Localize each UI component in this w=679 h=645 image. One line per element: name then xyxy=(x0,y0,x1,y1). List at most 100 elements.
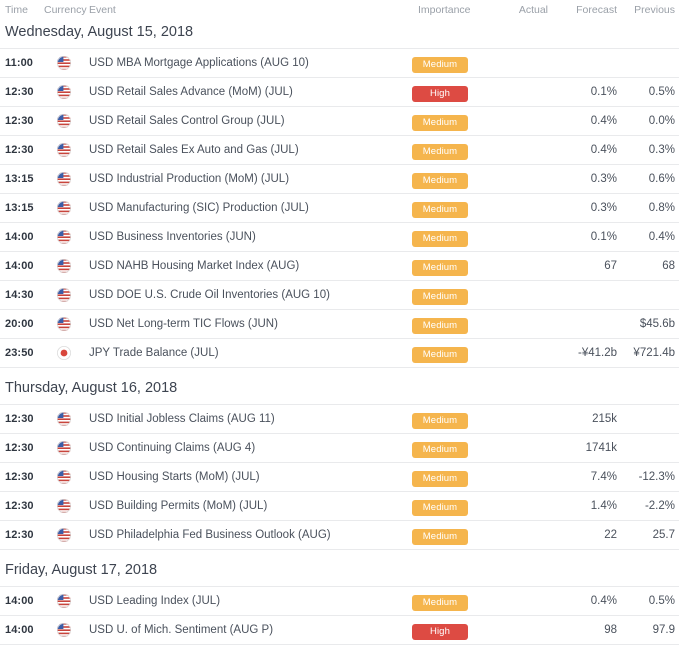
table-row[interactable]: 12:30 USD Initial Jobless Claims (AUG 11… xyxy=(0,405,679,434)
status-badge: Medium xyxy=(412,471,468,487)
us-flag-icon xyxy=(57,623,71,637)
column-header-previous[interactable]: Previous xyxy=(600,4,675,16)
event-name[interactable]: USD Retail Sales Control Group (JUL) xyxy=(89,107,285,135)
column-header-event[interactable]: Event xyxy=(89,4,116,16)
event-time: 13:15 xyxy=(5,173,34,185)
table-row[interactable]: 12:30 USD Philadelphia Fed Business Outl… xyxy=(0,521,679,550)
event-actual-value xyxy=(462,252,548,280)
event-name[interactable]: USD MBA Mortgage Applications (AUG 10) xyxy=(89,49,309,77)
status-badge: Medium xyxy=(412,57,468,73)
event-time: 12:30 xyxy=(5,500,34,512)
us-flag-icon xyxy=(57,288,71,302)
importance-cell: Medium xyxy=(412,200,468,218)
event-actual-value xyxy=(462,463,548,491)
us-flag-icon xyxy=(57,114,71,128)
us-flag-icon xyxy=(57,594,71,608)
table-row[interactable]: 12:30 USD Retail Sales Advance (MoM) (JU… xyxy=(0,78,679,107)
table-row[interactable]: 12:30 USD Building Permits (MoM) (JUL) M… xyxy=(0,492,679,521)
event-time: 12:30 xyxy=(5,413,34,425)
status-badge: Medium xyxy=(412,442,468,458)
event-previous-value: 68 xyxy=(662,260,675,272)
event-previous-value: -12.3% xyxy=(638,471,675,483)
event-previous-value: 0.4% xyxy=(648,231,675,243)
event-time: 12:30 xyxy=(5,529,34,541)
us-flag-icon xyxy=(57,56,71,70)
event-actual-value xyxy=(462,107,548,135)
event-name[interactable]: USD Retail Sales Ex Auto and Gas (JUL) xyxy=(89,136,299,164)
importance-cell: Medium xyxy=(412,258,468,276)
event-name[interactable]: USD Retail Sales Advance (MoM) (JUL) xyxy=(89,78,293,106)
event-name[interactable]: USD NAHB Housing Market Index (AUG) xyxy=(89,252,299,280)
event-name[interactable]: USD Leading Index (JUL) xyxy=(89,587,220,615)
event-time: 14:00 xyxy=(5,624,34,636)
status-badge: Medium xyxy=(412,595,468,611)
table-row[interactable]: 11:00 USD MBA Mortgage Applications (AUG… xyxy=(0,49,679,78)
status-badge: Medium xyxy=(412,289,468,305)
table-row[interactable]: 23:50 JPY Trade Balance (JUL) Medium -¥4… xyxy=(0,339,679,368)
event-name[interactable]: USD Continuing Claims (AUG 4) xyxy=(89,434,255,462)
column-header-currency[interactable]: Currency xyxy=(44,4,87,16)
importance-cell: Medium xyxy=(412,55,468,73)
table-row[interactable]: 14:00 USD NAHB Housing Market Index (AUG… xyxy=(0,252,679,281)
table-row[interactable]: 14:00 USD Leading Index (JUL) Medium 0.4… xyxy=(0,587,679,616)
table-row[interactable]: 12:30 USD Retail Sales Control Group (JU… xyxy=(0,107,679,136)
table-row[interactable]: 14:30 USD DOE U.S. Crude Oil Inventories… xyxy=(0,281,679,310)
day-group-1: Wednesday, August 15, 2018 11:00 USD MBA… xyxy=(0,19,679,368)
event-name[interactable]: USD Industrial Production (MoM) (JUL) xyxy=(89,165,289,193)
event-actual-value xyxy=(462,165,548,193)
table-row[interactable]: 12:30 USD Retail Sales Ex Auto and Gas (… xyxy=(0,136,679,165)
table-row[interactable]: 12:30 USD Continuing Claims (AUG 4) Medi… xyxy=(0,434,679,463)
us-flag-icon xyxy=(57,412,71,426)
importance-cell: Medium xyxy=(412,229,468,247)
event-name[interactable]: USD Net Long-term TIC Flows (JUN) xyxy=(89,310,278,338)
importance-cell: Medium xyxy=(412,316,468,334)
event-name[interactable]: USD U. of Mich. Sentiment (AUG P) xyxy=(89,616,273,644)
event-name[interactable]: USD Building Permits (MoM) (JUL) xyxy=(89,492,267,520)
table-row[interactable]: 13:15 USD Manufacturing (SIC) Production… xyxy=(0,194,679,223)
status-badge: Medium xyxy=(412,202,468,218)
event-name[interactable]: USD Business Inventories (JUN) xyxy=(89,223,256,251)
event-actual-value xyxy=(462,616,548,644)
event-name[interactable]: USD Philadelphia Fed Business Outlook (A… xyxy=(89,521,331,549)
status-badge: Medium xyxy=(412,260,468,276)
table-row[interactable]: 14:00 USD Business Inventories (JUN) Med… xyxy=(0,223,679,252)
status-badge: Medium xyxy=(412,318,468,334)
event-actual-value xyxy=(462,310,548,338)
event-name[interactable]: JPY Trade Balance (JUL) xyxy=(89,339,219,367)
day-heading: Friday, August 17, 2018 xyxy=(5,562,158,578)
status-badge: Medium xyxy=(412,231,468,247)
table-row[interactable]: 14:00 USD U. of Mich. Sentiment (AUG P) … xyxy=(0,616,679,645)
event-previous-value xyxy=(600,405,675,433)
event-previous-value: $45.6b xyxy=(639,318,675,330)
event-name[interactable]: USD DOE U.S. Crude Oil Inventories (AUG … xyxy=(89,281,330,309)
event-name[interactable]: USD Manufacturing (SIC) Production (JUL) xyxy=(89,194,309,222)
status-badge: Medium xyxy=(412,144,468,160)
event-row-list: 11:00 USD MBA Mortgage Applications (AUG… xyxy=(0,48,679,368)
table-row[interactable]: 20:00 USD Net Long-term TIC Flows (JUN) … xyxy=(0,310,679,339)
event-actual-value xyxy=(462,339,548,367)
event-previous-value xyxy=(600,281,675,309)
importance-cell: Medium xyxy=(412,469,468,487)
status-badge: Medium xyxy=(412,115,468,131)
event-time: 23:50 xyxy=(5,347,34,359)
us-flag-icon xyxy=(57,470,71,484)
event-time: 14:00 xyxy=(5,260,34,272)
event-time: 12:30 xyxy=(5,86,34,98)
event-actual-value xyxy=(462,587,548,615)
day-group-list: Wednesday, August 15, 2018 11:00 USD MBA… xyxy=(0,19,679,645)
importance-cell: Medium xyxy=(412,411,468,429)
event-previous-value: 97.9 xyxy=(652,624,675,636)
us-flag-icon xyxy=(57,85,71,99)
day-heading: Wednesday, August 15, 2018 xyxy=(5,24,194,40)
importance-cell: Medium xyxy=(412,287,468,305)
column-header-time[interactable]: Time xyxy=(5,4,28,16)
column-header-actual[interactable]: Actual xyxy=(462,4,548,16)
table-row[interactable]: 12:30 USD Housing Starts (MoM) (JUL) Med… xyxy=(0,463,679,492)
importance-cell: Medium xyxy=(412,498,468,516)
table-row[interactable]: 13:15 USD Industrial Production (MoM) (J… xyxy=(0,165,679,194)
event-name[interactable]: USD Housing Starts (MoM) (JUL) xyxy=(89,463,260,491)
event-name[interactable]: USD Initial Jobless Claims (AUG 11) xyxy=(89,405,275,433)
event-time: 14:00 xyxy=(5,231,34,243)
event-previous-value: 0.0% xyxy=(648,115,675,127)
us-flag-icon xyxy=(57,143,71,157)
